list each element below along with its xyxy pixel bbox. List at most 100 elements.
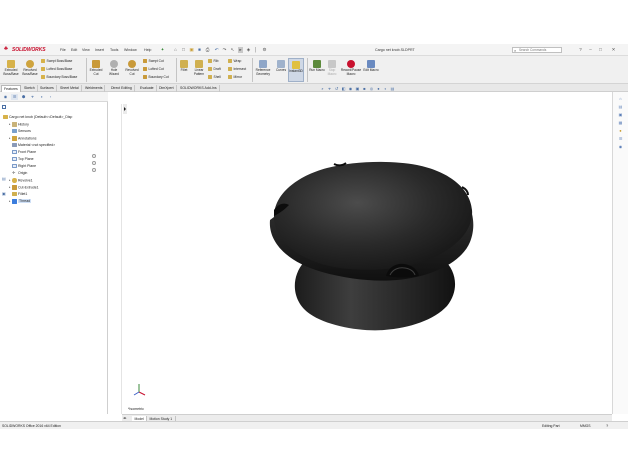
visibility-eye-icon[interactable]: [92, 168, 96, 172]
menu-tools[interactable]: Tools: [110, 48, 118, 52]
status-units[interactable]: MMGS: [580, 422, 591, 430]
dynamic-annotation-icon[interactable]: ◉: [348, 86, 353, 91]
dimxpert-manager-tab-icon[interactable]: ⌖: [29, 94, 36, 100]
solidworks-resources-icon[interactable]: ⌂: [618, 96, 623, 101]
lofted-cut-button[interactable]: Lofted Cut: [143, 67, 164, 72]
tree-item-cut-extrude1[interactable]: ▸ Cut-Extrude1: [9, 184, 39, 191]
tree-item-fillet1[interactable]: Fillet1: [12, 191, 27, 198]
tree-root[interactable]: Cargo net knob (Default<<Default>_Disp: [3, 114, 72, 121]
rib-button[interactable]: Rib: [208, 59, 218, 64]
menu-insert[interactable]: Insert: [95, 48, 104, 52]
swept-cut-button[interactable]: Swept Cut: [143, 59, 164, 64]
tree-item-origin[interactable]: ✛ Origin: [12, 170, 27, 177]
property-manager-tab-icon[interactable]: ☰: [11, 94, 18, 100]
tree-item-annotations[interactable]: ▸ Annotations: [9, 135, 37, 142]
minimize-icon[interactable]: –: [588, 47, 593, 53]
edit-macro-button[interactable]: Edit Macro: [363, 60, 379, 73]
tree-item-right-plane[interactable]: Right Plane: [12, 163, 36, 170]
tab-sheet-metal[interactable]: Sheet Metal: [58, 85, 82, 92]
tree-item-thread[interactable]: ▸ Thread: [9, 198, 32, 205]
menu-help[interactable]: Help: [144, 48, 151, 52]
traffic-light-icon[interactable]: │: [253, 47, 258, 53]
tree-item-material[interactable]: Material <not specified>: [12, 142, 55, 149]
undo-icon[interactable]: ↶: [214, 47, 219, 53]
view-settings-icon[interactable]: ▤: [390, 86, 395, 91]
new-document-icon[interactable]: □: [181, 47, 186, 53]
visibility-eye-icon[interactable]: [92, 161, 96, 165]
display-manager-tab-icon[interactable]: ◑: [38, 94, 45, 100]
hide-show-items-icon[interactable]: ◎: [369, 86, 374, 91]
section-view-icon[interactable]: ◧: [341, 86, 346, 91]
tab-evaluate[interactable]: Evaluate: [138, 85, 157, 92]
instant3d-button[interactable]: Instant3D: [288, 58, 304, 82]
tab-features[interactable]: Features: [1, 85, 21, 92]
reference-geometry-button[interactable]: Reference Geometry: [253, 60, 273, 76]
menu-edit[interactable]: Edit: [71, 48, 77, 52]
tab-dimxpert[interactable]: DimXpert: [157, 85, 177, 92]
pin-icon[interactable]: ✦: [160, 47, 165, 53]
tree-item-sensors[interactable]: Sensors: [12, 128, 31, 135]
tab-sketch[interactable]: Sketch: [22, 85, 38, 92]
search-commands-input[interactable]: ⌕ Search Commands: [512, 46, 562, 53]
linear-pattern-button[interactable]: Linear Pattern: [191, 60, 207, 76]
tab-direct-editing[interactable]: Direct Editing: [109, 85, 135, 92]
status-help-icon[interactable]: ?: [606, 422, 608, 430]
tree-item-history[interactable]: ▸ History: [9, 121, 29, 128]
graphics-area[interactable]: *Isometric: [122, 92, 612, 414]
solidworks-logo[interactable]: ♣ SOLIDWORKS: [4, 46, 46, 53]
help-question-icon[interactable]: ?: [578, 47, 583, 53]
revolved-boss-button[interactable]: Revolved Boss/Base: [22, 60, 38, 76]
menu-file[interactable]: File: [60, 48, 66, 52]
boundary-cut-button[interactable]: Boundary Cut: [143, 75, 169, 80]
view-orientation-icon[interactable]: ▣: [355, 86, 360, 91]
tab-weldments[interactable]: Weldments: [83, 85, 106, 92]
fillet-button[interactable]: Fillet: [176, 60, 192, 73]
pointer-icon[interactable]: ▸: [238, 46, 243, 53]
rollback-icon[interactable]: ▤: [2, 176, 6, 181]
zoom-area-icon[interactable]: ⌖: [327, 86, 332, 91]
tab-surfaces[interactable]: Surfaces: [38, 85, 57, 92]
close-icon[interactable]: ✕: [611, 47, 616, 53]
lofted-boss-button[interactable]: Lofted Boss/Base: [41, 67, 72, 72]
run-macro-button[interactable]: Run Macro: [309, 60, 325, 73]
tree-item-revolve1[interactable]: ▸ Revolve1: [9, 177, 33, 184]
print-icon[interactable]: ⎙: [205, 47, 210, 53]
record-macro-button[interactable]: Record/Pause Macro: [340, 60, 362, 76]
previous-view-icon[interactable]: ↺: [334, 86, 339, 91]
appearances-icon[interactable]: ●: [618, 128, 623, 133]
maximize-icon[interactable]: □: [598, 47, 603, 53]
forum-icon[interactable]: ◉: [618, 144, 623, 149]
tree-item-top-plane[interactable]: Top Plane: [12, 156, 34, 163]
custom-properties-icon[interactable]: ☰: [618, 136, 623, 141]
mirror-button[interactable]: Mirror: [228, 75, 242, 80]
cargo-net-knob-model[interactable]: [269, 161, 474, 331]
apply-scene-icon[interactable]: ◐: [383, 86, 388, 91]
configuration-manager-tab-icon[interactable]: ⬢: [20, 94, 27, 100]
intersect-button[interactable]: Intersect: [228, 67, 246, 72]
open-folder-icon[interactable]: ▣: [189, 47, 194, 53]
wrap-button[interactable]: Wrap: [228, 59, 241, 64]
draft-button[interactable]: Draft: [208, 67, 221, 72]
design-library-icon[interactable]: ▤: [618, 104, 623, 109]
hole-wizard-button[interactable]: Hole Wizard: [106, 60, 122, 76]
extruded-cut-button[interactable]: Extruded Cut: [88, 60, 104, 76]
visibility-eye-icon[interactable]: [92, 154, 96, 158]
menu-window[interactable]: Window: [124, 48, 137, 52]
shell-button[interactable]: Shell: [208, 75, 221, 80]
options-gear-icon[interactable]: ⚙: [262, 47, 267, 53]
home-icon[interactable]: ⌂: [173, 47, 178, 53]
redo-icon[interactable]: ↷: [222, 47, 227, 53]
chevron-right-icon[interactable]: ›: [47, 94, 54, 100]
tab-scroll-arrows-icon[interactable]: ◂▸: [123, 416, 127, 420]
zoom-to-fit-icon[interactable]: ⌕: [320, 86, 325, 91]
feature-tree-tab-icon[interactable]: ◉: [2, 94, 9, 100]
save-icon[interactable]: ■: [197, 47, 202, 53]
revolved-cut-button[interactable]: Revolved Cut: [124, 60, 140, 76]
view-palette-icon[interactable]: ▦: [618, 120, 623, 125]
file-explorer-icon[interactable]: ▣: [618, 112, 623, 117]
suppress-icon[interactable]: ▣: [2, 191, 6, 196]
stop-macro-button[interactable]: Stop Macro: [324, 60, 340, 76]
curves-button[interactable]: Curves: [273, 60, 289, 73]
rebuild-icon[interactable]: ◈: [246, 47, 251, 53]
menu-view[interactable]: View: [82, 48, 90, 52]
